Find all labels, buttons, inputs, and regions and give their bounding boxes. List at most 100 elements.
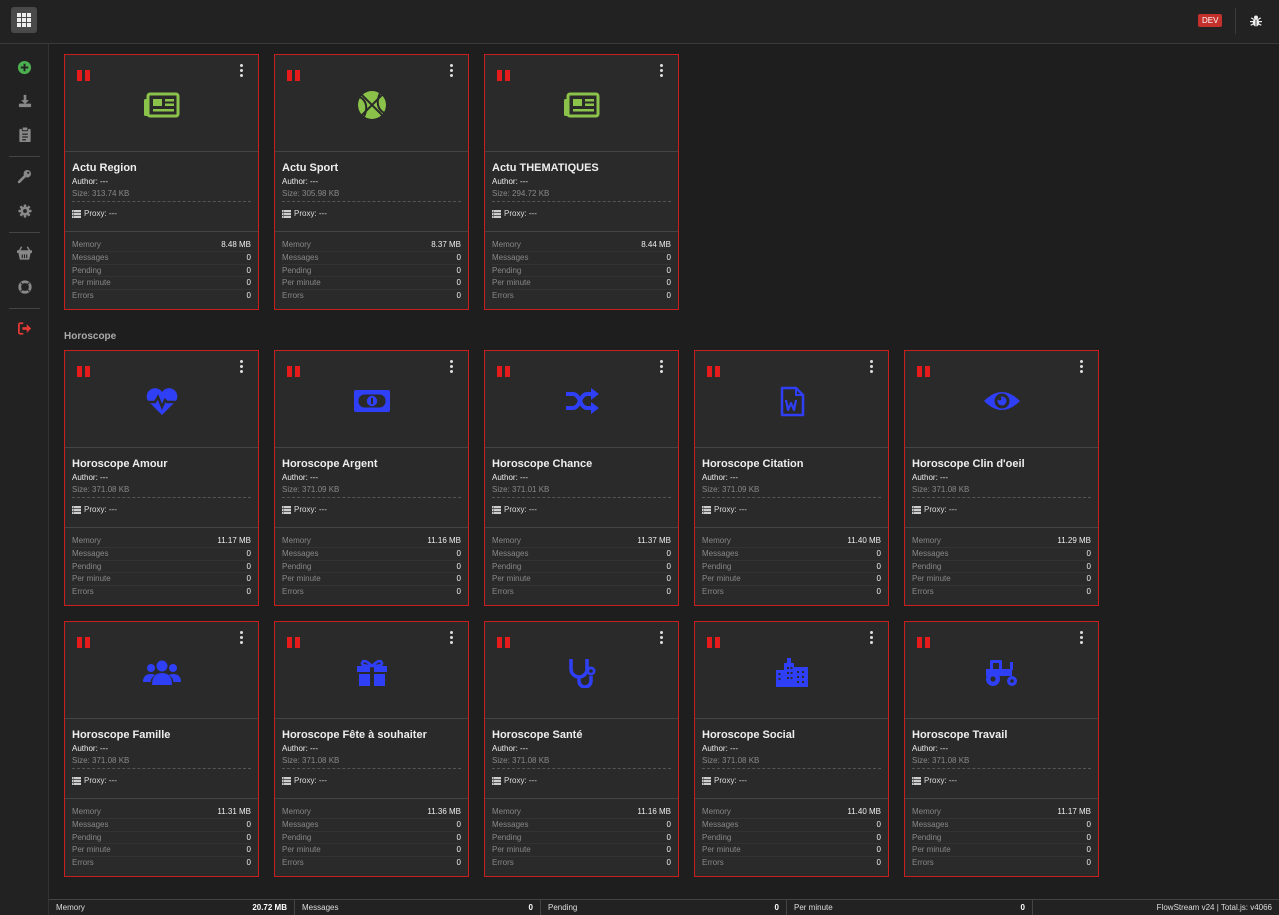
file-word-icon (772, 385, 812, 417)
stat-label: Errors (72, 858, 94, 868)
card-header (695, 351, 888, 448)
pause-icon[interactable] (707, 637, 721, 648)
card-info: Actu Region Author: --- Size: 313.74 KB Pro… (65, 152, 258, 232)
flow-name[interactable]: Horoscope Chance (492, 458, 671, 470)
more-options-icon[interactable] (240, 64, 244, 77)
flow-card[interactable]: Actu Region Author: --- Size: 313.74 KB Pro… (64, 54, 259, 310)
settings-button[interactable] (16, 202, 33, 219)
stat-value: 0 (246, 278, 251, 288)
pause-icon[interactable] (77, 637, 91, 648)
stat-label: Pending (72, 832, 102, 842)
store-button[interactable] (16, 244, 33, 261)
stat-value: 8.37 MB (431, 240, 461, 249)
flow-size: Size: 371.08 KB (72, 756, 130, 765)
more-options-icon[interactable] (870, 360, 874, 373)
add-flow-button[interactable] (16, 59, 33, 76)
stat-label: Messages (282, 819, 319, 829)
stat-row-memory: Memory 11.16 MB (282, 535, 461, 548)
flow-card[interactable]: Horoscope Amour Author: --- Size: 371.08 K… (64, 350, 259, 606)
flow-author: Author: --- (912, 744, 949, 753)
more-options-icon[interactable] (450, 64, 454, 77)
card-info: Actu Sport Author: --- Size: 305.98 KB Prox… (275, 152, 468, 232)
flow-name[interactable]: Actu Sport (282, 162, 461, 174)
more-options-icon[interactable] (660, 631, 664, 644)
flow-card[interactable]: Horoscope Famille Author: --- Size: 371.08… (64, 621, 259, 877)
card-info: Horoscope Chance Author: --- Size: 371.01 … (485, 448, 678, 528)
stat-label: Messages (282, 548, 319, 558)
logout-button[interactable] (16, 320, 33, 337)
flow-card[interactable]: Actu THEMATIQUES Author: --- Size: 294.72 … (484, 54, 679, 310)
flow-proxy: Proxy: --- (72, 209, 251, 218)
pause-icon[interactable] (707, 366, 721, 377)
card-stats: Memory 11.17 MB Messages 0 Pending 0 Per minut… (905, 799, 1098, 870)
pause-icon[interactable] (497, 637, 511, 648)
flow-name[interactable]: Horoscope Fête à souhaiter (282, 729, 461, 741)
stat-row-per-minute: Per minute 0 (702, 573, 881, 587)
stat-value: 0 (456, 832, 461, 842)
flow-name[interactable]: Horoscope Social (702, 729, 881, 741)
clipboard-button[interactable] (16, 126, 33, 143)
card-divider (72, 497, 251, 498)
pause-icon[interactable] (917, 637, 931, 648)
stat-label: Per minute (912, 845, 951, 855)
flow-card[interactable]: Horoscope Argent Author: --- Size: 371.09 … (274, 350, 469, 606)
sign-out-icon (17, 322, 31, 335)
pause-icon[interactable] (497, 70, 511, 81)
import-button[interactable] (16, 92, 33, 109)
flow-name[interactable]: Horoscope Amour (72, 458, 251, 470)
flow-card[interactable]: Horoscope Chance Author: --- Size: 371.01 … (484, 350, 679, 606)
footer-messages: Messages 0 (295, 900, 541, 915)
flow-card[interactable]: Horoscope Travail Author: --- Size: 371.08… (904, 621, 1099, 877)
flow-name[interactable]: Horoscope Travail (912, 729, 1091, 741)
pause-icon[interactable] (77, 366, 91, 377)
stat-label: Pending (702, 832, 732, 842)
more-options-icon[interactable] (240, 631, 244, 644)
more-options-icon[interactable] (660, 360, 664, 373)
flow-name[interactable]: Horoscope Clin d'oeil (912, 458, 1091, 470)
more-options-icon[interactable] (450, 360, 454, 373)
flow-card[interactable]: Actu Sport Author: --- Size: 305.98 KB Prox… (274, 54, 469, 310)
footer-per-minute-label: Per minute (794, 903, 833, 912)
footer-memory: Memory 20.72 MB (49, 900, 295, 915)
flow-card[interactable]: Horoscope Fête à souhaiter Author: --- Siz… (274, 621, 469, 877)
card-info: Horoscope Clin d'oeil Author: --- Size: 37… (905, 448, 1098, 528)
pause-icon[interactable] (77, 70, 91, 81)
stat-value: 0 (456, 278, 461, 288)
flow-card[interactable]: Horoscope Clin d'oeil Author: --- Size: 37… (904, 350, 1099, 606)
card-stats: Memory 11.16 MB Messages 0 Pending 0 Per minut… (485, 799, 678, 870)
apps-menu-button[interactable] (11, 7, 37, 33)
server-icon (702, 505, 711, 514)
more-options-icon[interactable] (450, 631, 454, 644)
flow-card[interactable]: Horoscope Social Author: --- Size: 371.08 … (694, 621, 889, 877)
more-options-icon[interactable] (660, 64, 664, 77)
flow-name[interactable]: Horoscope Citation (702, 458, 881, 470)
more-options-icon[interactable] (1080, 360, 1084, 373)
keys-button[interactable] (16, 168, 33, 185)
pause-icon[interactable] (917, 366, 931, 377)
stat-label: Errors (72, 291, 94, 301)
pause-icon[interactable] (497, 366, 511, 377)
card-stats: Memory 8.44 MB Messages 0 Pending 0 Per minute… (485, 232, 678, 303)
support-button[interactable] (16, 278, 33, 295)
stat-label: Memory (72, 807, 101, 816)
card-divider (282, 497, 461, 498)
flow-name[interactable]: Horoscope Argent (282, 458, 461, 470)
flow-name[interactable]: Actu Region (72, 162, 251, 174)
flow-name[interactable]: Horoscope Famille (72, 729, 251, 741)
proxy-label: Proxy: --- (84, 209, 117, 218)
flow-author: Author: --- (702, 744, 739, 753)
debug-button[interactable] (1248, 13, 1264, 29)
pause-icon[interactable] (287, 637, 301, 648)
flow-name[interactable]: Horoscope Santé (492, 729, 671, 741)
stat-row-per-minute: Per minute 0 (282, 277, 461, 291)
flow-size: Size: 313.74 KB (72, 189, 130, 198)
more-options-icon[interactable] (1080, 631, 1084, 644)
pause-icon[interactable] (287, 366, 301, 377)
more-options-icon[interactable] (870, 631, 874, 644)
flow-card[interactable]: Horoscope Citation Author: --- Size: 371.0… (694, 350, 889, 606)
flow-card[interactable]: Horoscope Santé Author: --- Size: 371.08 K… (484, 621, 679, 877)
flow-name[interactable]: Actu THEMATIQUES (492, 162, 671, 174)
more-options-icon[interactable] (240, 360, 244, 373)
pause-icon[interactable] (287, 70, 301, 81)
section-title: Horoscope (64, 331, 117, 342)
